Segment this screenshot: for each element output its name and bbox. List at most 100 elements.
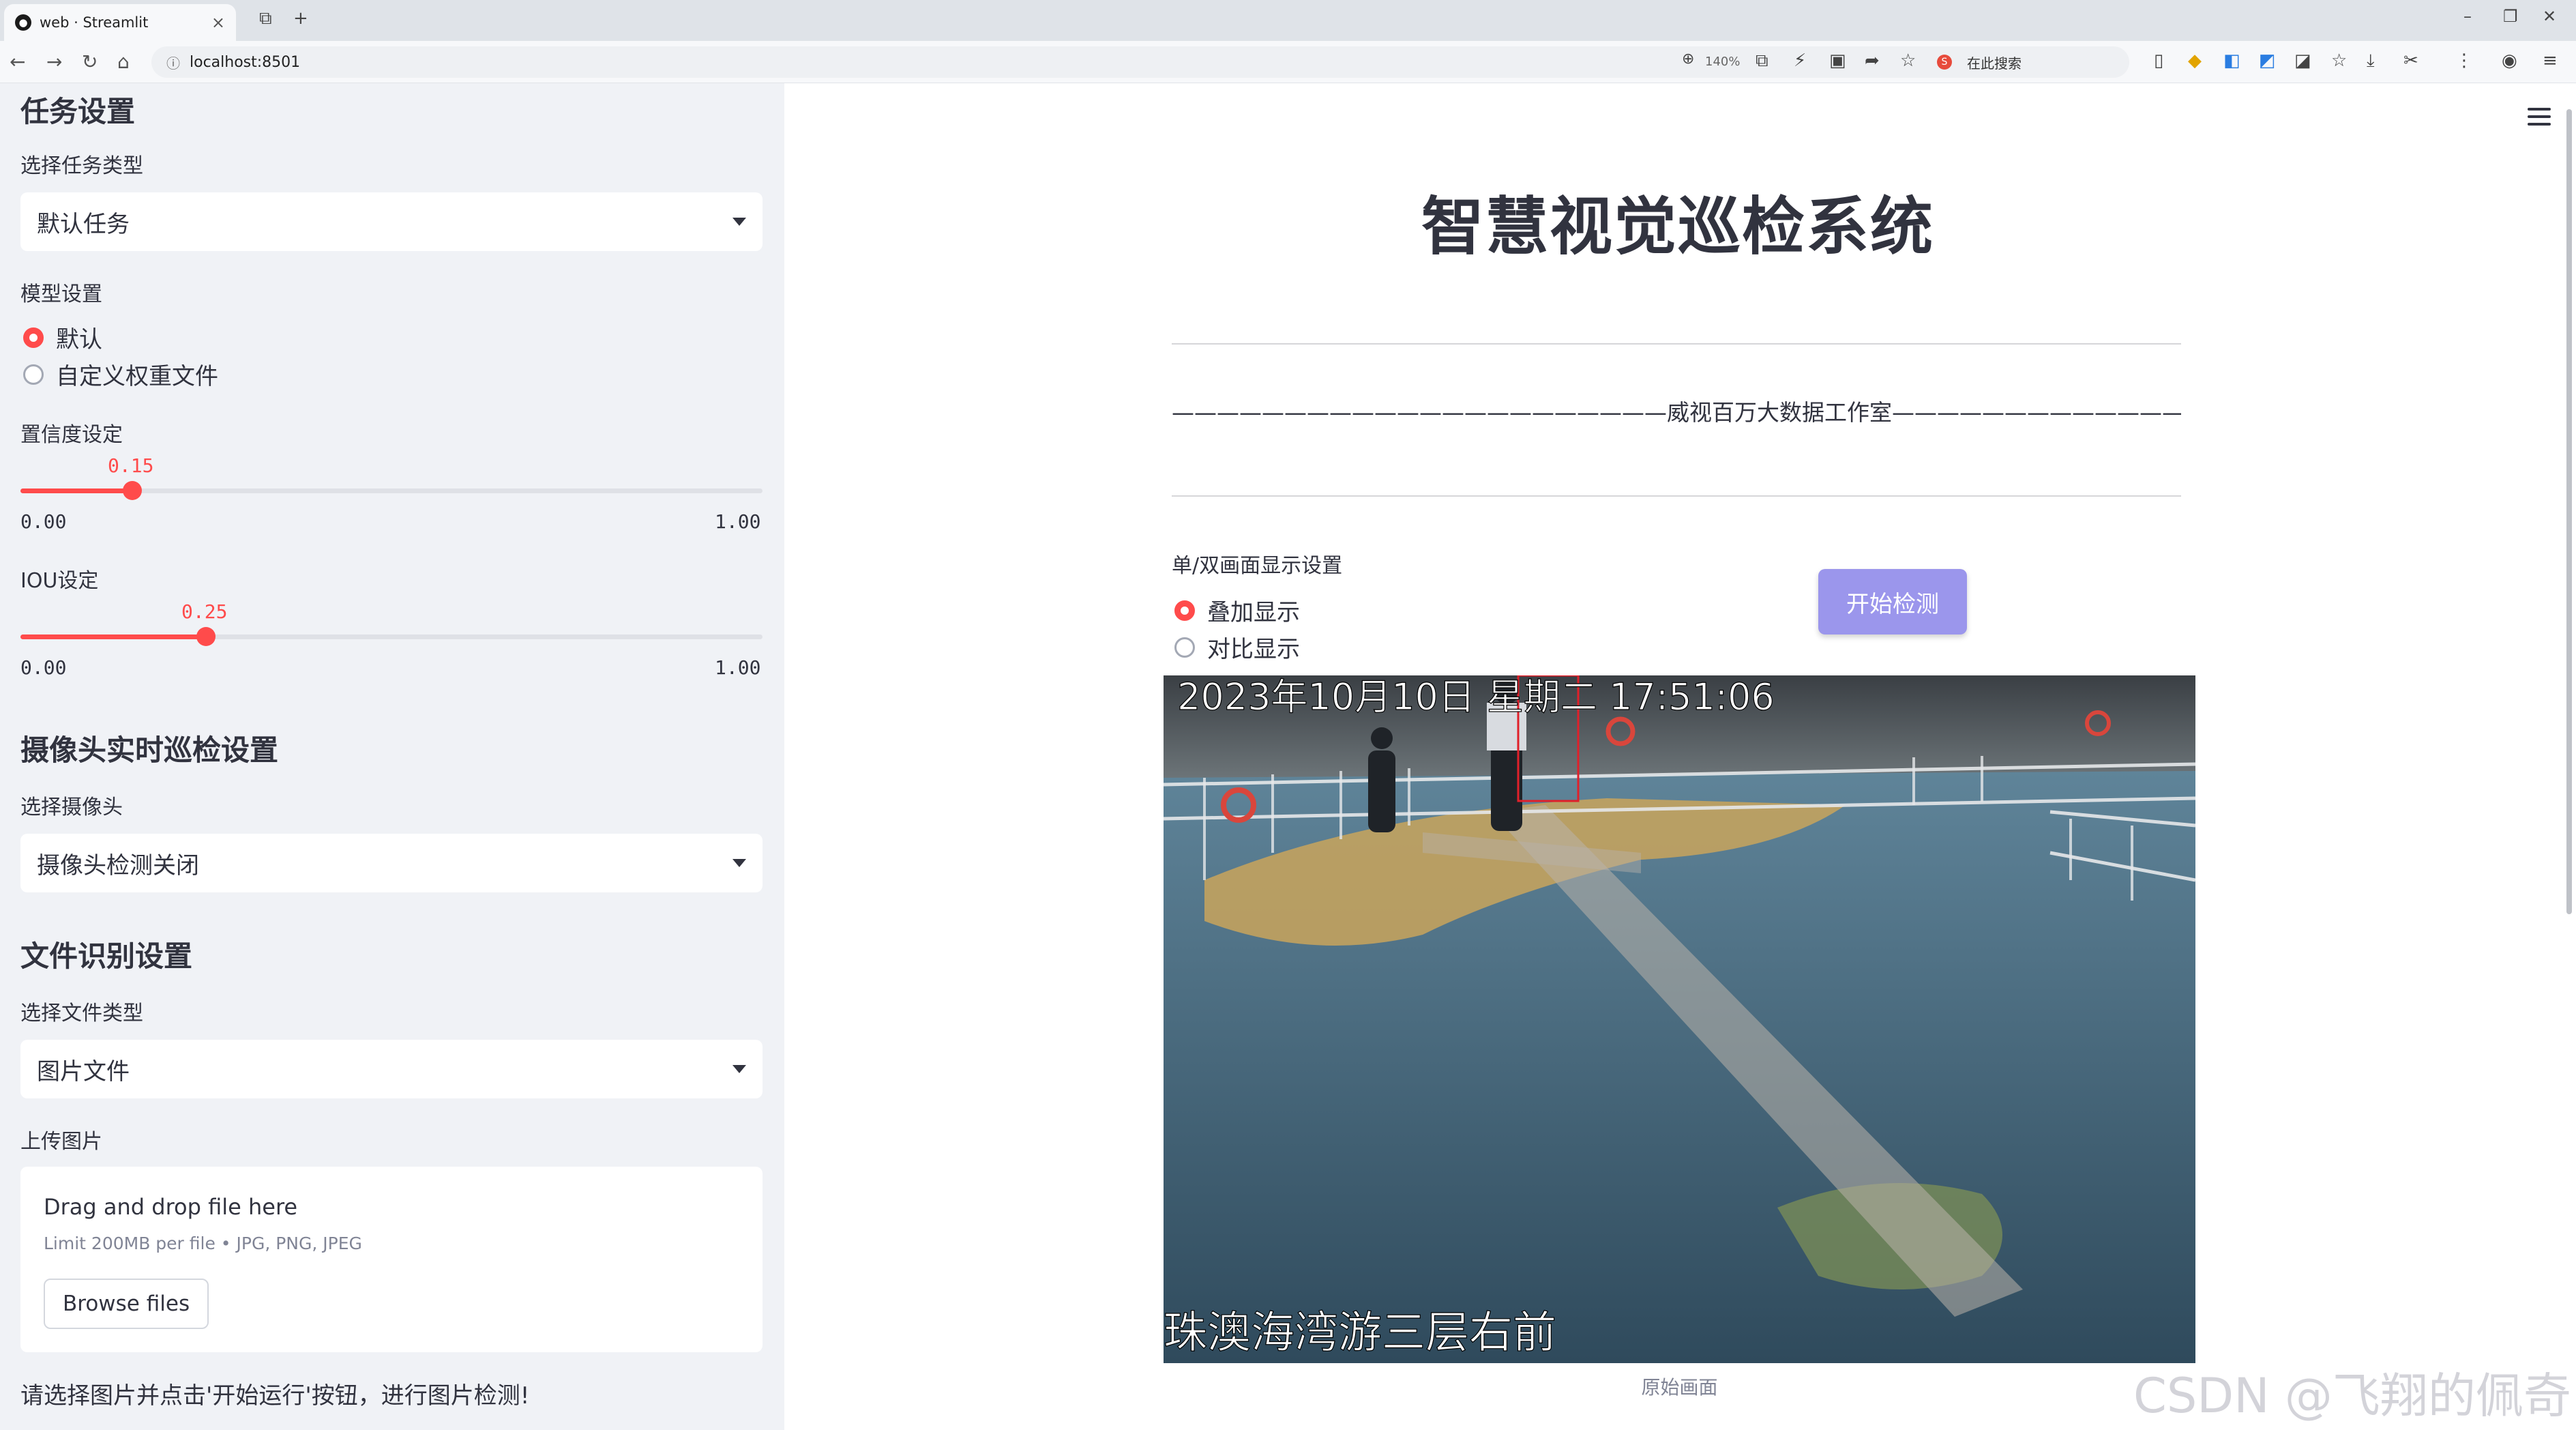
model-option-label: 默认: [56, 326, 102, 353]
model-radio-custom[interactable]: 自定义权重文件: [23, 358, 218, 391]
browser-tab-strip: ● web · Streamlit × ⧉ + – ❐ ✕: [0, 0, 2576, 41]
iou-label: IOU设定: [20, 569, 99, 593]
radio-unchecked-icon: [23, 364, 44, 385]
iou-value: 0.25: [181, 600, 228, 623]
favorites-icon[interactable]: ☆: [2331, 50, 2347, 71]
model-settings-label: 模型设置: [20, 282, 102, 306]
address-url: localhost:8501: [190, 53, 301, 71]
close-tab-icon[interactable]: ×: [211, 13, 225, 32]
file-settings-heading: 文件识别设置: [20, 939, 193, 973]
confidence-label: 置信度设定: [20, 423, 123, 447]
site-info-icon[interactable]: ⓘ: [166, 53, 180, 72]
video-caption: 原始画面: [1641, 1376, 1718, 1399]
download-icon[interactable]: ⤓: [2367, 50, 2375, 72]
upload-label: 上传图片: [20, 1130, 102, 1154]
new-tab-icon[interactable]: +: [293, 8, 308, 29]
bookmark-star-icon[interactable]: ☆: [1900, 50, 1916, 71]
instruction-text: 请选择图片并点击'开始运行'按钮，进行图片检测!: [20, 1382, 530, 1410]
divider: [1172, 495, 2181, 497]
tab-group-icon[interactable]: ⧉: [259, 8, 272, 29]
extension-capture-icon[interactable]: ◩: [2259, 50, 2276, 71]
avatar[interactable]: ◉: [2502, 50, 2517, 71]
task-type-value: 默认任务: [37, 210, 130, 238]
camera-select-label: 选择摄像头: [20, 796, 123, 819]
chevron-down-icon: [732, 1065, 746, 1073]
video-location: 珠澳海湾游三层右前: [1164, 1308, 1556, 1358]
model-radio-default[interactable]: 默认: [23, 321, 102, 354]
minimize-icon[interactable]: –: [2463, 7, 2472, 26]
ship-deck-camera-image: 2023年10月10日 星期二 17:51:06 珠澳海湾游三层右前: [1164, 675, 2195, 1363]
share-icon[interactable]: ➦: [1865, 50, 1880, 71]
forward-icon[interactable]: →: [46, 50, 62, 73]
dropzone-limit: Limit 200MB per file • JPG, PNG, JPEG: [44, 1234, 362, 1253]
lightning-icon[interactable]: ⚡: [1794, 50, 1806, 71]
extension-chart-icon[interactable]: ◪: [2294, 50, 2311, 71]
tab-title: web · Streamlit: [40, 14, 149, 31]
file-dropzone[interactable]: Drag and drop file here Limit 200MB per …: [20, 1167, 763, 1352]
chevron-down-icon: [732, 218, 746, 226]
scrollbar[interactable]: [2566, 109, 2572, 914]
browser-tab[interactable]: ● web · Streamlit ×: [4, 4, 236, 41]
task-settings-heading: 任务设置: [20, 95, 136, 128]
confidence-slider[interactable]: [20, 481, 763, 500]
start-detection-button[interactable]: 开始检测: [1818, 569, 1967, 634]
main-menu-icon[interactable]: [2528, 108, 2551, 130]
slider-fill: [20, 634, 206, 639]
confidence-value: 0.15: [108, 454, 154, 477]
zoom-icon[interactable]: ⊕: [1682, 50, 1694, 68]
confidence-min: 0.00: [20, 510, 67, 533]
extension-translate-icon[interactable]: ◧: [2223, 50, 2240, 71]
browser-menu-icon[interactable]: ≡: [2543, 50, 2558, 71]
slider-fill: [20, 488, 132, 493]
reload-icon[interactable]: ↻: [82, 50, 98, 73]
slider-thumb[interactable]: [196, 627, 216, 646]
display-radio-compare[interactable]: 对比显示: [1174, 630, 1300, 664]
search-engine-box[interactable]: S 在此搜索: [1937, 50, 2094, 74]
camera-select[interactable]: 摄像头检测关闭: [20, 834, 763, 892]
divider: [1172, 343, 2181, 345]
sidebar: 任务设置 选择任务类型 默认任务 模型设置 默认 自定义权重文件 置信度设定 0…: [0, 83, 784, 1430]
file-type-value: 图片文件: [37, 1057, 130, 1085]
display-option-label: 对比显示: [1207, 636, 1300, 663]
radio-unchecked-icon: [1174, 637, 1195, 658]
search-placeholder: 在此搜索: [1967, 55, 2022, 72]
page-title: 智慧视觉巡检系统: [1421, 190, 1934, 263]
zoom-level: 140%: [1705, 55, 1741, 69]
translate-icon[interactable]: ⧉: [1756, 50, 1768, 72]
cut-icon[interactable]: ✂: [2403, 50, 2418, 71]
task-type-select[interactable]: 默认任务: [20, 192, 763, 251]
camera-settings-heading: 摄像头实时巡检设置: [20, 733, 279, 767]
iou-slider[interactable]: [20, 627, 763, 646]
page-subtitle: ——————————————————————威视百万大数据工作室————————…: [1172, 399, 2181, 426]
camera-select-value: 摄像头检测关闭: [37, 851, 199, 879]
chevron-down-icon: [732, 859, 746, 867]
restore-icon[interactable]: ❐: [2503, 7, 2518, 26]
streamlit-favicon-icon: ●: [15, 14, 31, 31]
slider-thumb[interactable]: [123, 481, 142, 500]
task-type-label: 选择任务类型: [20, 154, 143, 178]
window-close-icon[interactable]: ✕: [2543, 7, 2556, 26]
back-icon[interactable]: ←: [10, 50, 25, 73]
screenshot-icon[interactable]: ▣: [1829, 50, 1846, 71]
display-mode-label: 单/双画面显示设置: [1172, 554, 1343, 578]
radio-checked-icon: [23, 327, 44, 348]
iou-max: 1.00: [715, 656, 761, 679]
dropzone-instructions: Drag and drop file here: [44, 1194, 298, 1220]
display-radio-overlay[interactable]: 叠加显示: [1174, 594, 1300, 627]
video-timestamp: 2023年10月10日 星期二 17:51:06: [1177, 675, 1775, 718]
browser-toolbar: ← → ↻ ⌂ ⓘ localhost:8501 ⊕ 140% ⧉ ⚡ ▣ ➦ …: [0, 41, 2576, 83]
search-engine-icon: S: [1937, 55, 1952, 70]
iou-min: 0.00: [20, 656, 67, 679]
watermark: CSDN @飞翔的佩奇: [2133, 1368, 2571, 1424]
display-option-label: 叠加显示: [1207, 599, 1300, 626]
file-type-label: 选择文件类型: [20, 1002, 143, 1025]
extension-diamond-icon[interactable]: ◆: [2188, 50, 2202, 71]
file-type-select[interactable]: 图片文件: [20, 1040, 763, 1098]
device-icon[interactable]: ▯: [2154, 50, 2163, 71]
home-icon[interactable]: ⌂: [117, 50, 130, 73]
confidence-max: 1.00: [715, 510, 761, 533]
model-option-label: 自定义权重文件: [56, 363, 218, 390]
radio-checked-icon: [1174, 600, 1195, 621]
browse-files-button[interactable]: Browse files: [44, 1279, 209, 1329]
more-menu-icon[interactable]: ⋮: [2455, 50, 2473, 71]
